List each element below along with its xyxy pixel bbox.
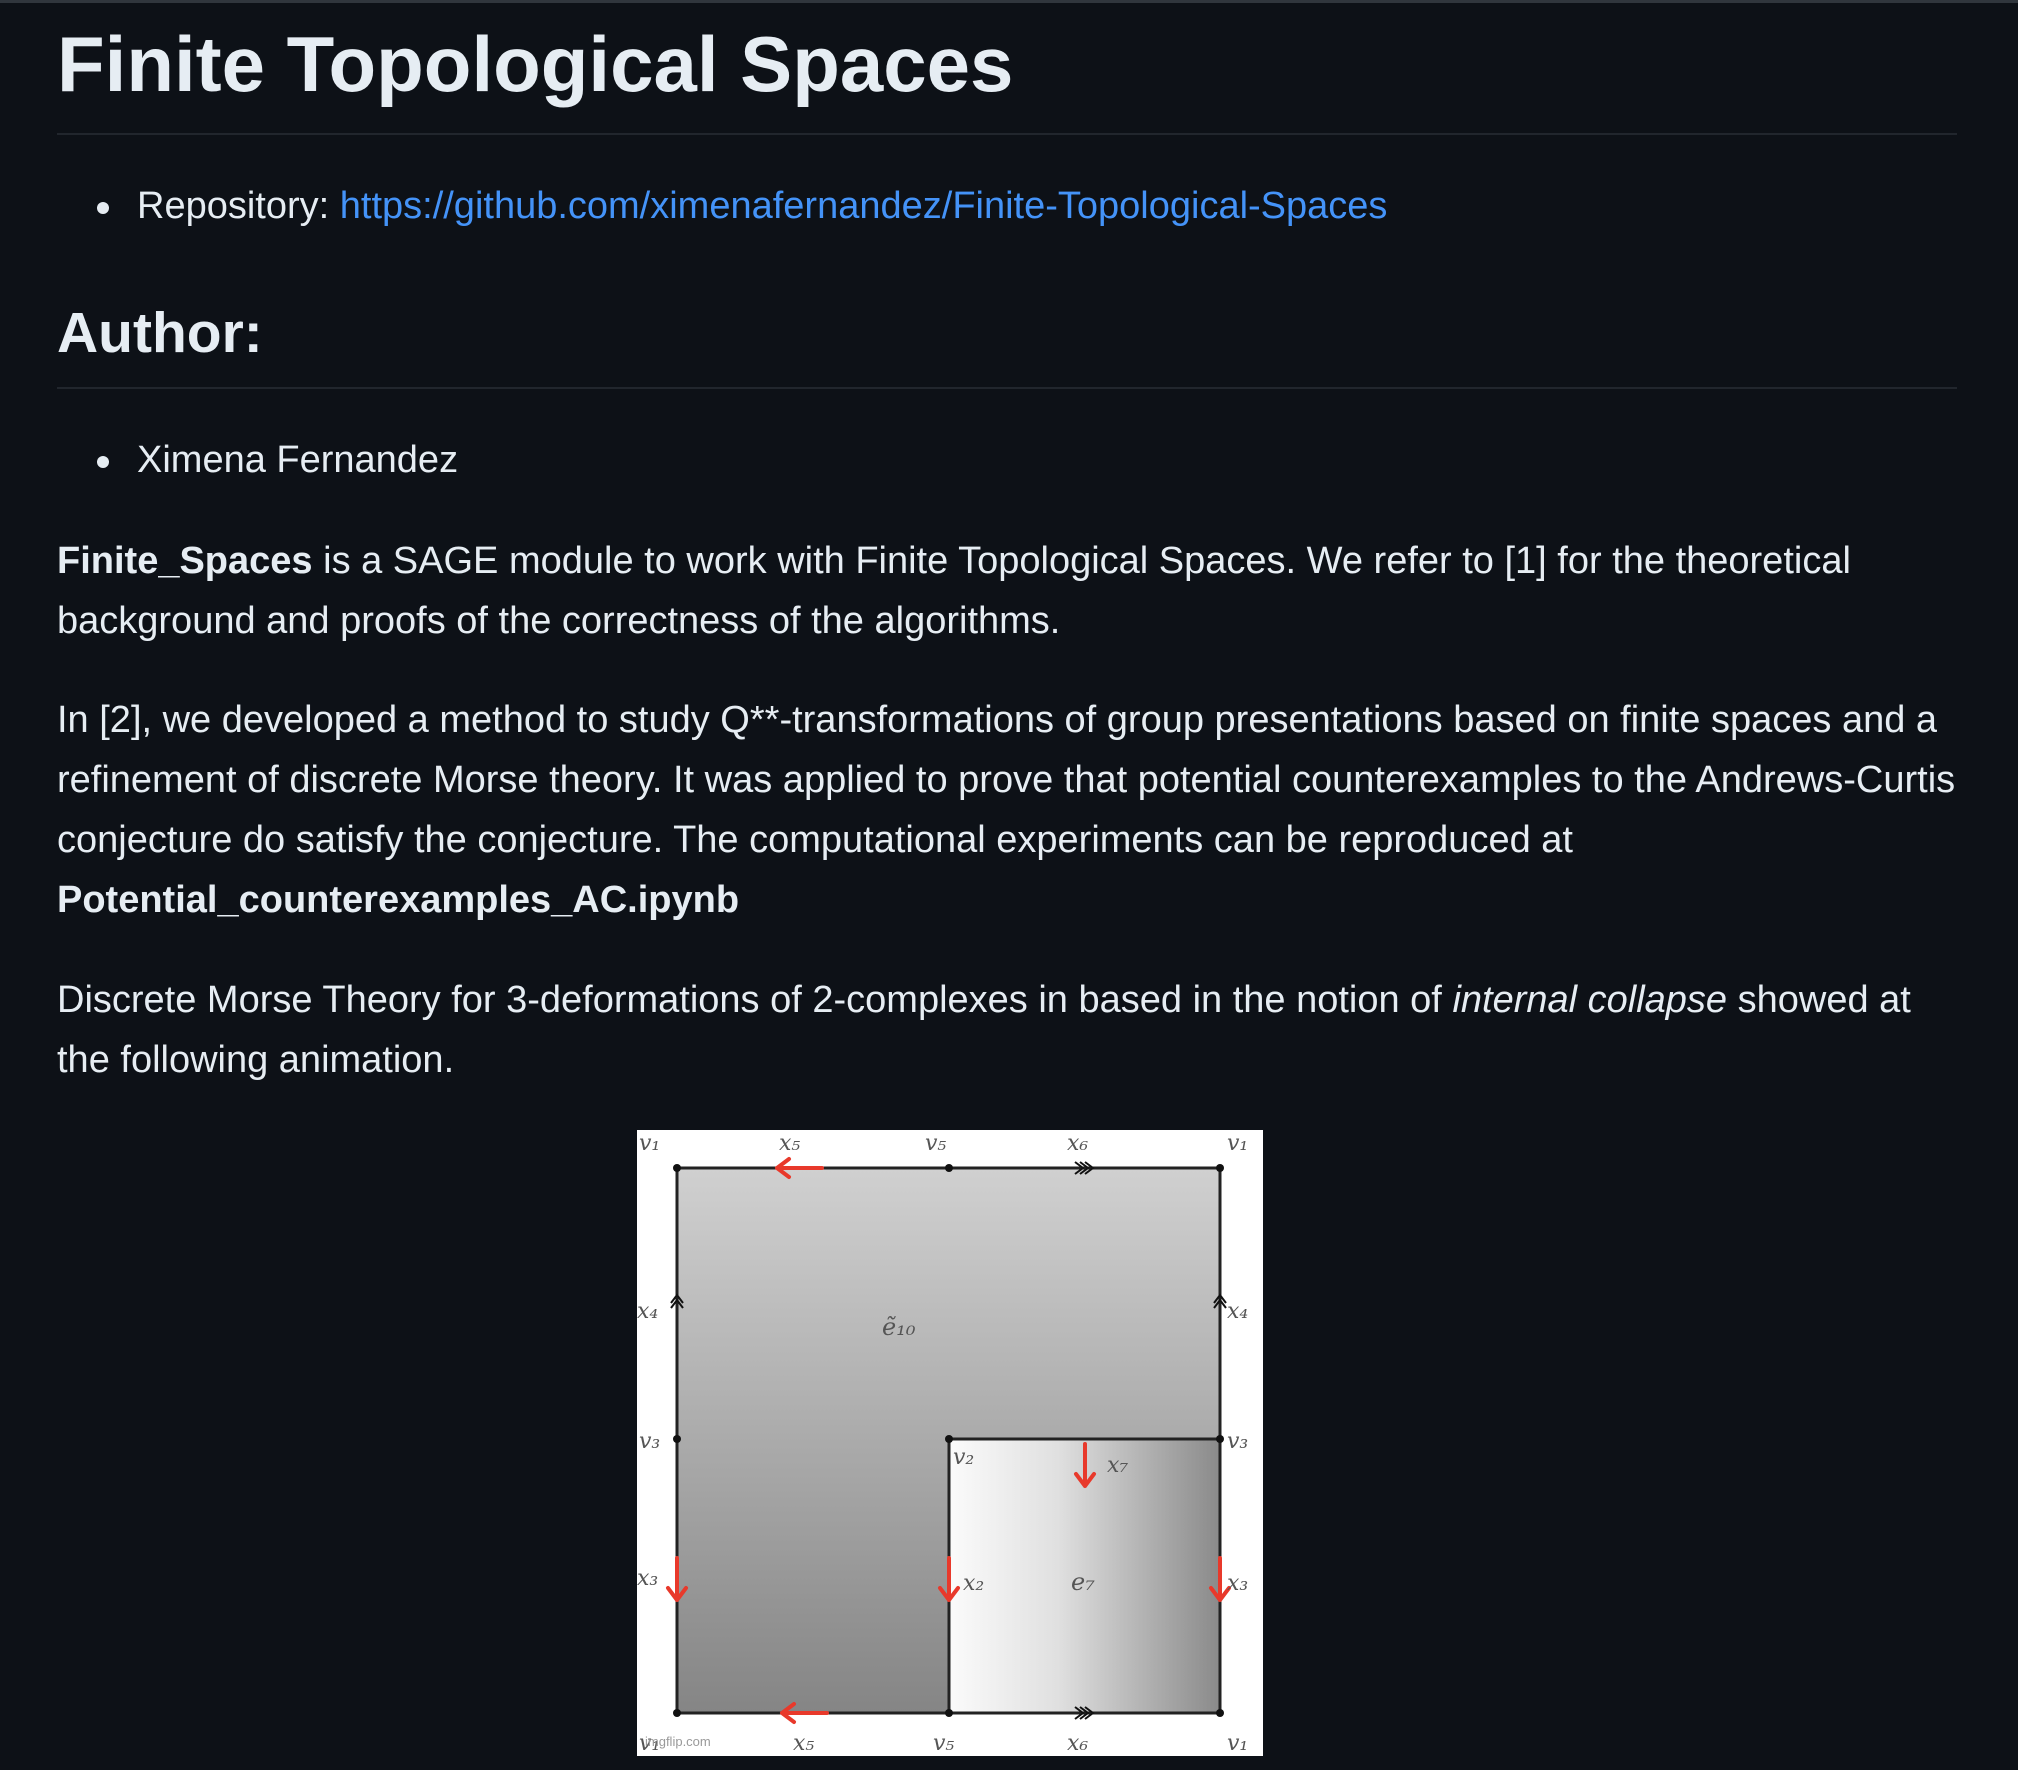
author-divider [57,387,1957,389]
paragraph-method: In [2], we developed a method to study Q… [57,690,1962,930]
author-name: Ximena Fernandez [137,439,459,481]
cw-complex-animation: v₁ v₁ v₁ v₁ v₅ v₅ v₃ v₃ v₂ x₅ x₅ x₆ x₆ x… [637,1130,1263,1756]
paragraph-intro: Finite_Spaces is a SAGE module to work w… [57,531,1962,651]
vertex-label: v₁ [1227,1131,1248,1156]
cell-label: ẽ₁₀ [882,1313,916,1341]
author-heading: Author: [57,301,263,365]
paragraph-morse-text: Discrete Morse Theory for 3-deformations… [57,979,1453,1021]
bullet-icon [97,202,109,214]
notebook-name: Potential_counterexamples_AC.ipynb [57,879,740,921]
edge-label: x₇ [1107,1453,1128,1478]
repository-list: Repository: https://github.com/ximenafer… [57,178,1387,234]
paragraph-method-text: In [2], we developed a method to study Q… [57,699,1956,861]
top-border [0,0,2018,3]
watermark: imgflip.com [645,1734,711,1749]
cell-label: e₇ [1071,1568,1095,1596]
edge-label: x₅ [779,1131,800,1156]
edge-label: x₄ [637,1299,658,1324]
edge-label: x₆ [1067,1131,1088,1156]
list-item: Repository: https://github.com/ximenafer… [57,178,1387,234]
repository-label: Repository: [137,185,340,227]
edge-label: x₃ [1227,1571,1248,1596]
page-title: Finite Topological Spaces [57,20,1014,108]
list-item: Ximena Fernandez [57,432,458,488]
edge-label: x₂ [963,1571,984,1596]
module-name: Finite_Spaces [57,540,313,582]
edge-label: x₄ [1227,1299,1248,1324]
paragraph-intro-text: is a SAGE module to work with Finite Top… [57,540,1851,642]
title-divider [57,133,1957,135]
edge-label: x₆ [1067,1731,1088,1756]
edge-label: x₅ [793,1731,814,1756]
edge-label: x₃ [637,1566,658,1591]
vertex-label: v₃ [639,1429,660,1454]
author-list: Ximena Fernandez [57,432,458,488]
vertex-label: v₁ [1227,1731,1248,1756]
vertex-label: v₁ [639,1131,660,1156]
repository-link[interactable]: https://github.com/ximenafernandez/Finit… [340,185,1388,227]
vertex-label: v₃ [1227,1429,1248,1454]
bullet-icon [97,456,109,468]
vertex-label: v₂ [953,1445,974,1470]
vertex-label: v₅ [933,1731,954,1756]
internal-collapse-term: internal collapse [1452,979,1728,1021]
vertex-label: v₅ [925,1131,946,1156]
paragraph-morse: Discrete Morse Theory for 3-deformations… [57,970,1962,1090]
cw-complex-diagram: v₁ v₁ v₁ v₁ v₅ v₅ v₃ v₃ v₂ x₅ x₅ x₆ x₆ x… [637,1131,1248,1756]
